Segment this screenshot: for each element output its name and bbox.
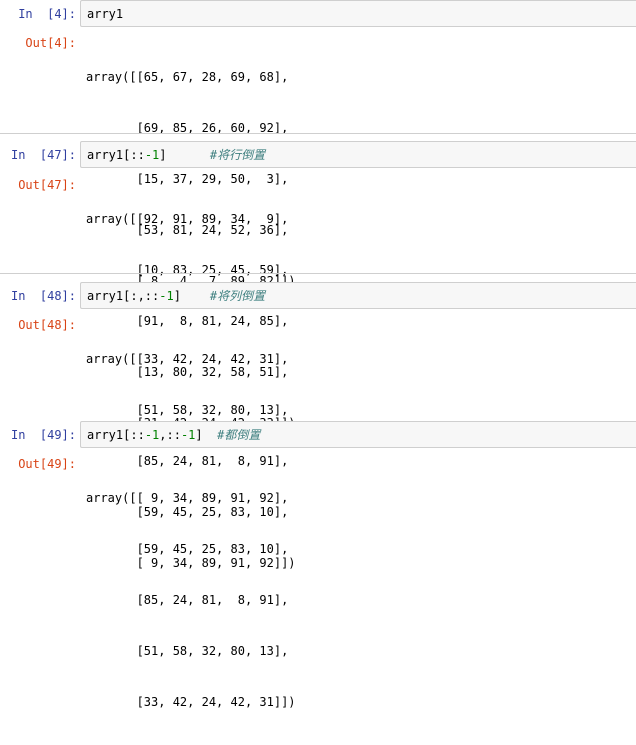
output-prompt: Out[49]: [18,457,76,471]
output-line: array([[33, 42, 24, 42, 31], [86,352,289,366]
input-prompt: In [48]: [10,289,76,303]
code-input[interactable]: arry1 [80,0,636,27]
code-slice: ,:: [159,428,181,442]
code-input[interactable]: arry1[::-1] #将行倒置 [80,141,636,168]
output-prompt: Out[48]: [18,318,76,332]
code-comment: #将行倒置 [209,148,266,162]
code-slice: ] [173,289,181,303]
notebook-cell-49[interactable]: In [49]: arry1[::-1,::-1] #都倒置 Out[49]: … [0,413,636,709]
code-line: arry1 [87,6,123,22]
code-comment: #将列倒置 [209,289,266,303]
code-input[interactable]: arry1[::-1,::-1] #都倒置 [80,421,636,448]
output-prompt: Out[4]: [25,36,76,50]
code-slice: ] [195,428,203,442]
notebook-cell-4[interactable]: In [4]: arry1 Out[4]: array([[65, 67, 28… [0,0,636,288]
code-slice: [:,:: [123,289,160,303]
input-prompt: In [47]: [10,148,76,162]
code-comment: #都倒置 [217,428,261,442]
output-line: [33, 42, 24, 42, 31]]) [86,695,296,709]
notebook-cell-47[interactable]: In [47]: arry1[::-1] #将行倒置 Out[47]: arra… [0,133,636,430]
code-number: -1 [180,428,196,442]
code-line: arry1[::-1] #将行倒置 [87,147,265,163]
cell-output: array([[ 9, 34, 89, 91, 92], [59, 45, 25… [86,456,296,745]
output-line: array([[ 9, 34, 89, 91, 92], [86,491,289,505]
output-line: array([[92, 91, 89, 34, 9], [86,212,289,226]
code-line: arry1[::-1,::-1] #都倒置 [87,427,260,443]
output-line: array([[65, 67, 28, 69, 68], [86,70,289,84]
output-prompt: Out[47]: [18,178,76,192]
output-line: [59, 45, 25, 83, 10], [86,542,289,556]
code-variable: arry1 [87,428,124,442]
code-variable: arry1 [87,289,124,303]
notebook-cell-48[interactable]: In [48]: arry1[:,::-1] #将列倒置 Out[48]: ar… [0,273,636,570]
code-slice: ] [159,148,167,162]
output-line: [85, 24, 81, 8, 91], [86,593,289,607]
code-slice: [:: [123,148,145,162]
code-slice: [:: [123,428,145,442]
code-number: -1 [159,289,174,303]
code-number: -1 [144,428,160,442]
input-prompt: In [4]: [18,7,76,21]
code-variable: arry1 [87,148,124,162]
output-line: [51, 58, 32, 80, 13], [86,644,289,658]
code-number: -1 [144,148,160,162]
code-variable: arry1 [87,7,124,21]
input-prompt: In [49]: [10,428,76,442]
code-line: arry1[:,::-1] #将列倒置 [87,288,265,304]
code-input[interactable]: arry1[:,::-1] #将列倒置 [80,282,636,309]
